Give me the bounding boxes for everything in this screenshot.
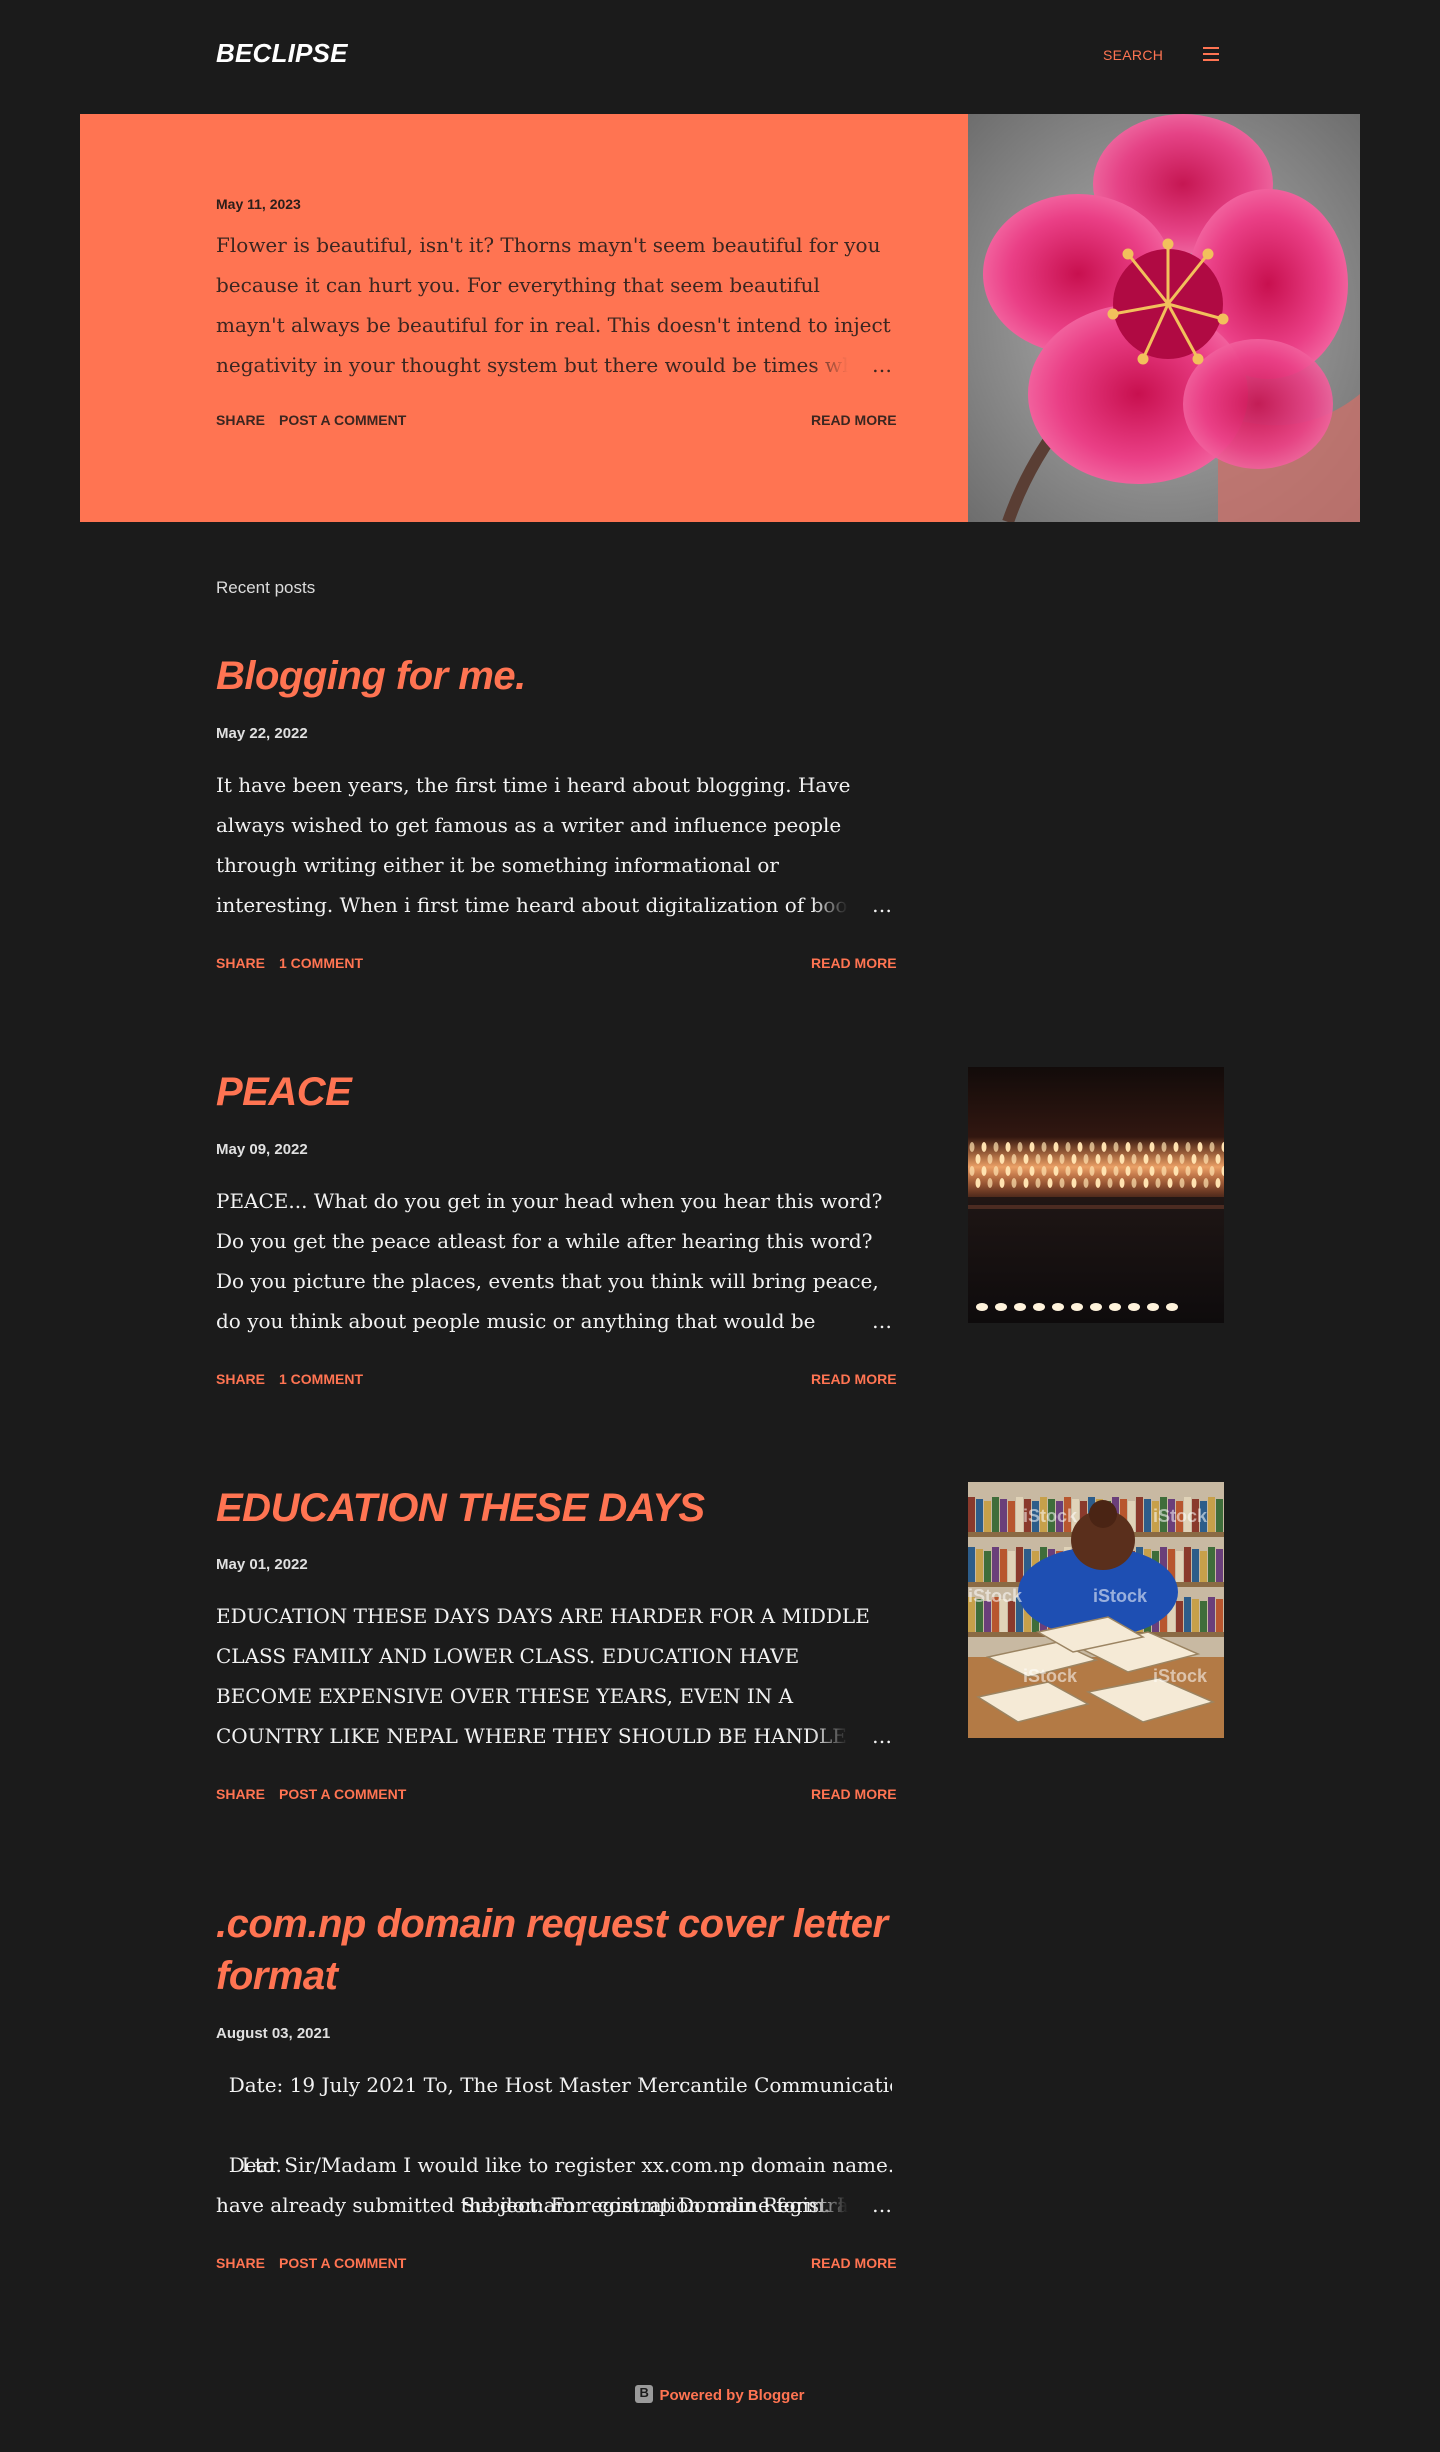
post-share-button[interactable]: SHARE <box>216 2255 265 2271</box>
watermark-text: iStock <box>1153 1506 1208 1526</box>
post-read-more-link[interactable]: READ MORE <box>811 1786 897 1802</box>
post-title[interactable]: PEACE <box>216 1066 916 1118</box>
student-with-books-photo[interactable]: iStock iStock iStock iStock iStock iStoc… <box>968 1482 1224 1738</box>
hamburger-menu-icon[interactable] <box>1201 46 1221 62</box>
featured-comment-link[interactable]: POST A COMMENT <box>279 412 406 428</box>
watermark-text: iStock <box>1153 1666 1208 1686</box>
post-title[interactable]: EDUCATION THESE DAYS <box>216 1482 916 1534</box>
post-snippet-ellipsis: … <box>812 1301 892 1341</box>
featured-snippet-text: Flower is beautiful, isn't it? Thorns ma… <box>216 233 891 377</box>
post-snippet-text: Ltd. <box>241 2153 282 2177</box>
post-snippet[interactable]: PEACE... What do you get in your head wh… <box>216 1181 892 1341</box>
post-comment-link[interactable]: 1 COMMENT <box>279 955 363 971</box>
post-read-more-link[interactable]: READ MORE <box>811 1371 897 1387</box>
post-snippet-ellipsis: … <box>812 2185 892 2225</box>
post-title[interactable]: .com.np domain request cover letter form… <box>216 1898 916 2002</box>
pink-flower-photo[interactable] <box>968 114 1360 522</box>
watermark-text: iStock <box>1093 1586 1148 1606</box>
footer-label: Powered by Blogger <box>659 2387 805 2404</box>
search-button[interactable]: SEARCH <box>1103 47 1163 63</box>
featured-snippet-ellipsis: … <box>812 345 892 385</box>
featured-post-snippet[interactable]: Flower is beautiful, isn't it? Thorns ma… <box>216 225 892 385</box>
watermark-text: iStock <box>1023 1666 1078 1686</box>
post-comment-link[interactable]: 1 COMMENT <box>279 1371 363 1387</box>
post-date: May 09, 2022 <box>216 1141 308 1158</box>
post-date: August 03, 2021 <box>216 2025 331 2042</box>
powered-by-blogger[interactable]: Powered by Blogger <box>0 2385 1440 2404</box>
post-snippet[interactable]: It have been years, the first time i hea… <box>216 765 892 925</box>
post-snippet-text: PEACE... What do you get in your head wh… <box>216 1189 883 1333</box>
post-snippet[interactable]: EDUCATION THESE DAYS DAYS ARE HARDER FOR… <box>216 1596 892 1756</box>
post-snippet-text: EDUCATION THESE DAYS DAYS ARE HARDER FOR… <box>216 1604 870 1748</box>
post-title[interactable]: Blogging for me. <box>216 650 916 702</box>
post-snippet-line: Ltd. Subject: For .com.np Domain Registr… <box>216 2105 892 2217</box>
post-share-button[interactable]: SHARE <box>216 1371 265 1387</box>
blog-title[interactable]: BECLIPSE <box>216 38 348 69</box>
post-share-button[interactable]: SHARE <box>216 955 265 971</box>
recent-posts-heading: Recent posts <box>216 578 316 597</box>
post-snippet-line: Date: 19 July 2021 To, The Host Master M… <box>216 2073 892 2097</box>
post-date: May 22, 2022 <box>216 725 308 742</box>
post-read-more-link[interactable]: READ MORE <box>811 2255 897 2271</box>
post-date: May 01, 2022 <box>216 1556 308 1573</box>
blogger-logo-icon <box>635 2385 654 2403</box>
watermark-text: iStock <box>1023 1506 1078 1526</box>
watermark-text: iStock <box>968 1586 1023 1606</box>
post-snippet-text: It have been years, the first time i hea… <box>216 773 889 917</box>
post-comment-link[interactable]: POST A COMMENT <box>279 2255 406 2271</box>
post-comment-link[interactable]: POST A COMMENT <box>279 1786 406 1802</box>
post-read-more-link[interactable]: READ MORE <box>811 955 897 971</box>
featured-post-date: May 11, 2023 <box>216 196 301 212</box>
post-snippet-line: Dear Sir/Madam I would like to register … <box>216 2153 892 2177</box>
featured-read-more-link[interactable]: READ MORE <box>811 412 897 428</box>
butter-lamps-photo[interactable] <box>968 1067 1224 1323</box>
post-snippet[interactable]: Date: 19 July 2021 To, The Host Master M… <box>216 2065 892 2225</box>
post-snippet-ellipsis: … <box>812 1716 892 1756</box>
post-snippet-ellipsis: … <box>812 885 892 925</box>
post-share-button[interactable]: SHARE <box>216 1786 265 1802</box>
featured-share-button[interactable]: SHARE <box>216 412 265 428</box>
